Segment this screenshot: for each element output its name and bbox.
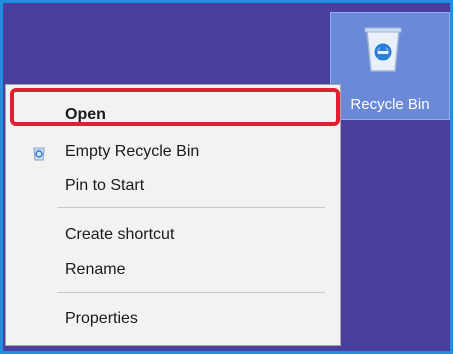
menu-item-open-label: Open [65, 106, 106, 123]
recycle-bin-icon [364, 27, 402, 72]
menu-separator [57, 292, 325, 293]
recycle-bin-icon [33, 147, 45, 161]
menu-item-rename[interactable]: Rename [6, 255, 340, 285]
menu-item-open[interactable]: Open [6, 100, 340, 130]
menu-separator [57, 207, 325, 208]
menu-item-properties-label: Properties [65, 310, 138, 327]
menu-item-pin-to-start-label: Pin to Start [65, 177, 145, 194]
menu-item-empty-recycle-bin-label: Empty Recycle Bin [65, 143, 200, 160]
recycle-bin-desktop-icon[interactable]: Recycle Bin [330, 12, 450, 120]
menu-item-create-shortcut[interactable]: Create shortcut [6, 220, 340, 250]
menu-item-pin-to-start[interactable]: Pin to Start [6, 171, 340, 201]
menu-item-rename-label: Rename [65, 261, 126, 278]
recycle-bin-label: Recycle Bin [350, 96, 430, 113]
menu-item-properties[interactable]: Properties [6, 304, 340, 334]
menu-item-create-shortcut-label: Create shortcut [65, 226, 175, 243]
menu-item-empty-recycle-bin[interactable]: Empty Recycle Bin [6, 137, 340, 167]
context-menu: Open Empty Recycle Bin Pin to Start Crea… [5, 84, 341, 346]
